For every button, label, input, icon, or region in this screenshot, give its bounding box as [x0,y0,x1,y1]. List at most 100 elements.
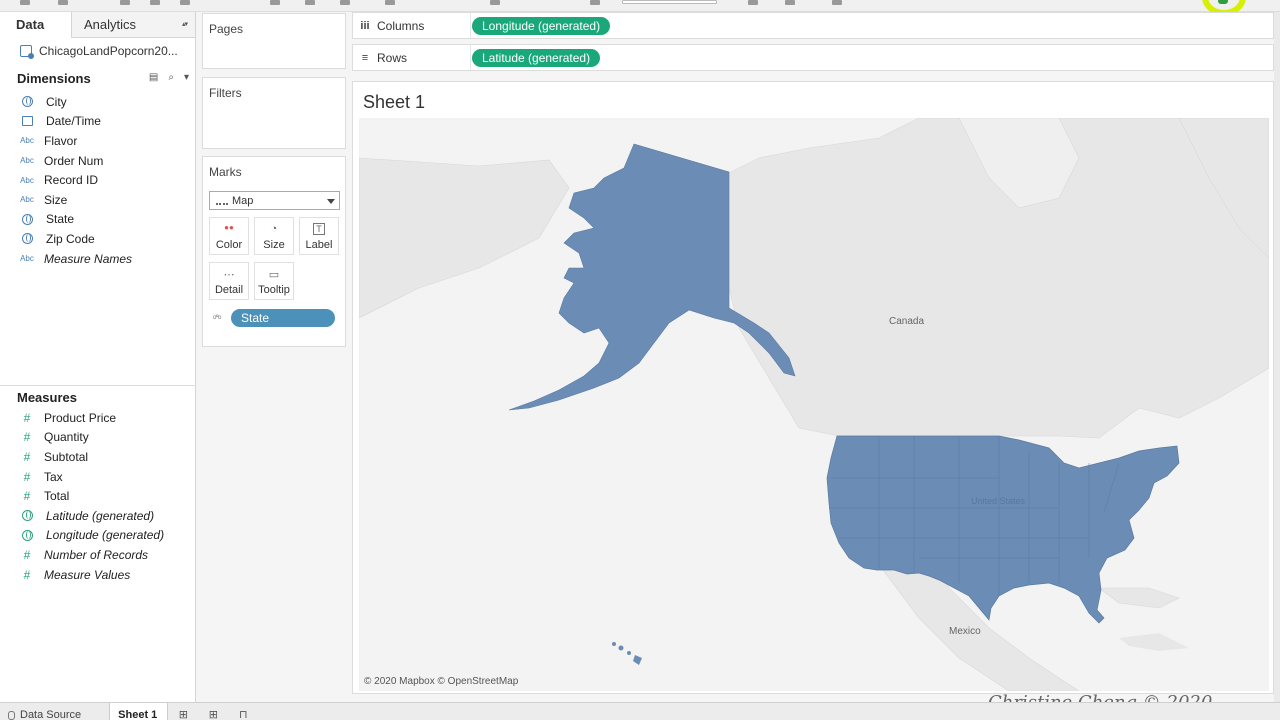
detail-button[interactable]: ⋯ Detail [209,262,249,300]
columns-shelf-label: iii Columns [353,13,471,38]
us-label: United States [971,496,1026,506]
pages-title: Pages [209,22,244,36]
duplicate-icon[interactable] [305,0,315,5]
mark-type-label: Map [232,194,254,207]
show-me-icon[interactable] [832,0,842,5]
swap-icon[interactable] [385,0,395,5]
tooltip-button[interactable]: ▭ Tooltip [254,262,294,300]
longitude-pill[interactable]: Longitude (generated) [472,16,611,35]
tab-analytics[interactable]: Analytics [72,12,195,38]
measure-field[interactable]: # Product Price [0,408,196,428]
sort-icon[interactable] [490,0,500,5]
new-dashboard-icon[interactable]: ⊞ [198,703,228,720]
abc-icon: Abc [20,195,34,205]
highlight-icon[interactable] [590,0,600,5]
basemap-land [359,118,1269,691]
tab-data-source[interactable]: Data Source [0,703,91,720]
tab-sheet-1[interactable]: Sheet 1 [109,703,169,720]
dimension-field-label: City [46,94,67,109]
pause-icon[interactable] [180,0,190,5]
dimension-field[interactable]: Abc Size [0,190,195,210]
search-icon[interactable]: ⌕ [168,72,174,83]
caribbean-land [1119,633,1189,651]
vertical-scrollbar[interactable] [1274,12,1280,702]
measure-field-label: Tax [44,469,63,484]
label-label: Label [305,239,333,251]
hash-icon: # [23,469,31,484]
measure-field[interactable]: # Subtotal [0,447,196,467]
dimension-field[interactable]: Zip Code [0,229,195,249]
columns-shelf[interactable]: iii Columns Longitude (generated) [352,12,1274,39]
database-icon [8,710,15,720]
dimension-field[interactable]: Date/Time [0,112,195,132]
clear-icon[interactable] [340,0,350,5]
map-view[interactable]: United States Canada Mexico © 2020 Mapbo… [359,118,1269,691]
measure-field[interactable]: # Number of Records [0,545,196,565]
list-view-icon[interactable]: ▤ [149,72,158,83]
cards-column: Pages Filters Marks Map ●● Color ◔ Size … [197,12,352,702]
hawaii-shape[interactable] [612,642,642,665]
dimension-field-label: Record ID [44,173,99,188]
abc-icon: Abc [20,254,34,264]
state-pill[interactable]: State [231,309,335,327]
measure-field[interactable]: # Quantity [0,428,196,448]
dimension-field[interactable]: City [0,92,195,112]
color-button[interactable]: ●● Color [209,217,249,255]
measure-field[interactable]: Latitude (generated) [0,506,196,526]
columns-label: Columns [377,18,425,33]
measures-header: Measures [0,386,196,408]
save-icon[interactable] [58,0,68,5]
hash-icon: # [23,489,31,504]
dimension-field[interactable]: Abc Order Num [0,151,195,171]
size-icon: ◔ [270,223,278,235]
mark-type-select[interactable]: Map [209,191,340,210]
columns-icon: iii [360,19,370,32]
label-button[interactable]: T Label [299,217,339,255]
new-worksheet-icon[interactable]: ⊞ [168,703,198,720]
state-detail-row: ᵒ°ᵒ State [213,309,335,327]
detail-label: Detail [214,284,244,296]
abc-icon: Abc [20,175,34,185]
datasource-icon [20,45,34,59]
hash-icon: # [23,430,31,445]
sheet-tabs-bar: Data Source Sheet 1 ⊞ ⊞ ⊓ [0,702,1280,720]
new-datasource-icon[interactable] [120,0,130,5]
new-story-icon[interactable]: ⊓ [228,703,258,720]
rows-shelf[interactable]: ≡ Rows Latitude (generated) [352,44,1274,71]
new-sheet-icon[interactable] [270,0,280,5]
dimension-field[interactable]: Abc Flavor [0,131,195,151]
datasource-item[interactable]: ChicagoLandPopcorn20... [0,38,195,64]
dimension-field[interactable]: State [0,210,195,230]
dimensions-title: Dimensions [17,70,91,86]
data-source-label: Data Source [20,709,82,720]
data-pane: Data Analytics ChicagoLandPopcorn20... D… [0,12,196,702]
dimension-field-label: Zip Code [46,231,95,246]
tab-data[interactable]: Data [0,12,72,38]
dimension-field[interactable]: Abc Record ID [0,170,195,190]
presentation-icon[interactable] [748,0,758,5]
measure-field[interactable]: Longitude (generated) [0,526,196,546]
size-button[interactable]: ◔ Size [254,217,294,255]
measure-field[interactable]: # Measure Values [0,565,196,585]
canada-label: Canada [889,316,925,327]
detail-icon: ⋯ [223,269,235,281]
refresh-icon[interactable] [150,0,160,5]
pages-card[interactable]: Pages [202,13,346,69]
detail-mini-icon: ᵒ°ᵒ [213,313,221,323]
fit-dropdown[interactable] [622,0,717,4]
back-icon[interactable] [20,0,30,5]
chevron-down-icon[interactable]: ▾ [184,72,189,83]
measures-title: Measures [17,389,77,405]
share-icon[interactable] [785,0,795,5]
latitude-pill[interactable]: Latitude (generated) [472,48,601,67]
calendar-icon [22,116,33,127]
measure-field[interactable]: # Tax [0,467,196,487]
filters-card[interactable]: Filters [202,77,346,149]
measure-field[interactable]: # Total [0,486,196,506]
map-attribution[interactable]: © 2020 Mapbox © OpenStreetMap [364,676,518,687]
dimension-field-label: Date/Time [46,114,101,129]
filters-title: Filters [209,86,242,100]
dimension-field-label: Flavor [44,133,78,148]
sheet-title[interactable]: Sheet 1 [363,92,425,113]
dimension-field[interactable]: Abc Measure Names [0,249,195,269]
